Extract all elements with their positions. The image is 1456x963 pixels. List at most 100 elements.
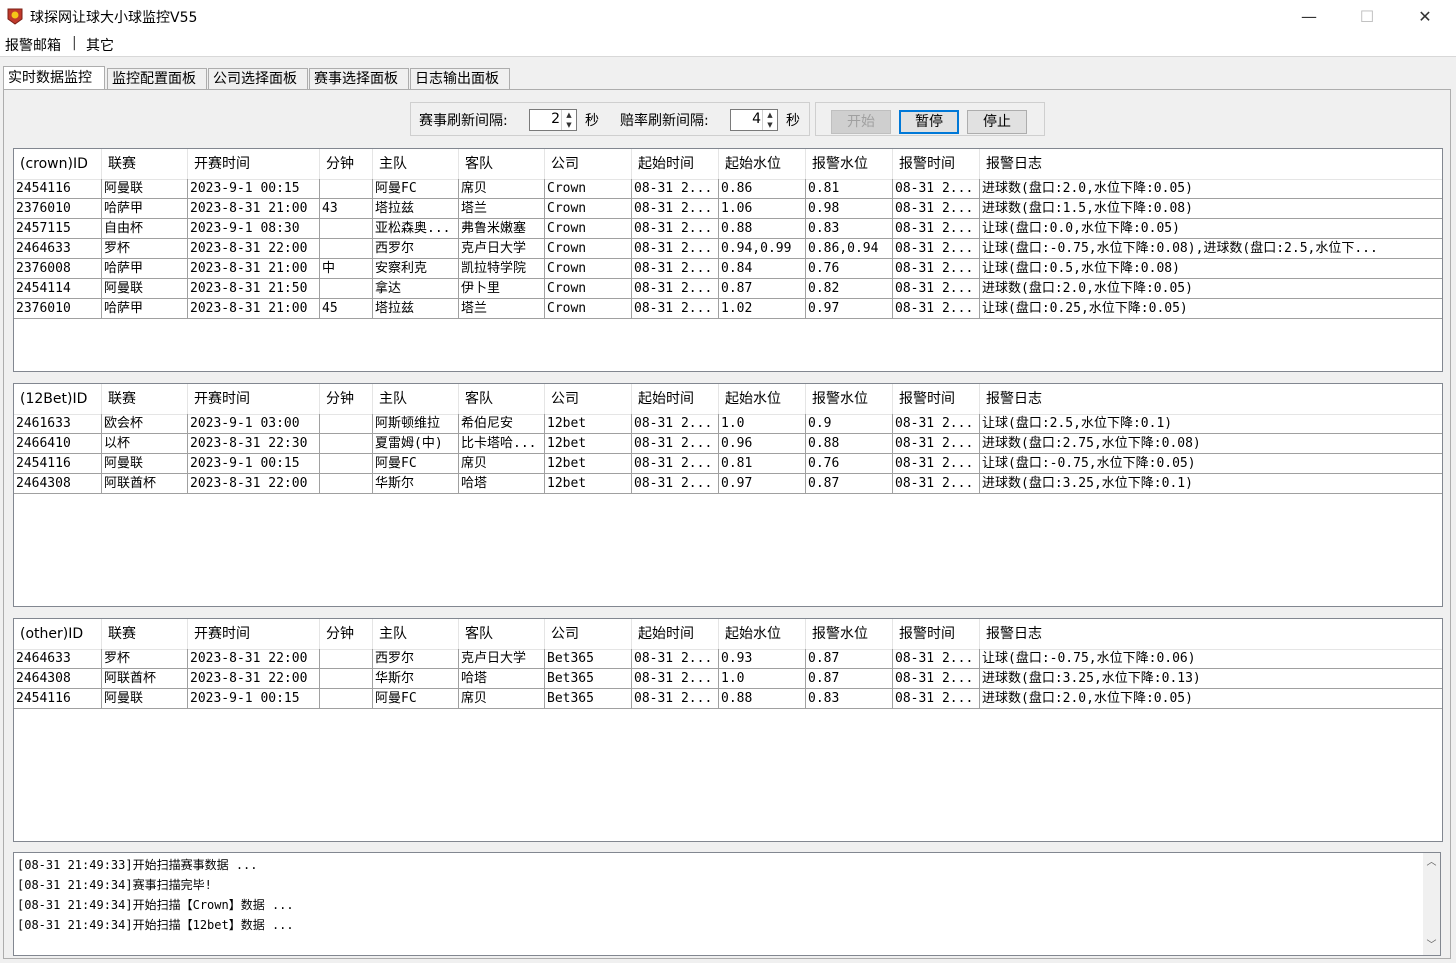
column-header-alarm-log[interactable]: 报警日志 [980, 384, 1442, 414]
cell-id: 2454116 [14, 689, 102, 709]
pause-button[interactable]: 暂停 [899, 110, 959, 134]
cell-start-time: 2023-8-31 22:00 [188, 474, 320, 494]
log-output-box[interactable]: [08-31 21:49:33]开始扫描赛事数据 ... [08-31 21:4… [13, 852, 1441, 956]
table-row[interactable]: 2454116 阿曼联 2023-9-1 00:15 阿曼FC 席贝 12bet 08-31… [14, 454, 1442, 474]
column-header-alarm-odds[interactable]: 报警水位 [806, 149, 893, 179]
spin-down-icon[interactable]: ▼ [762, 120, 777, 130]
column-header-league[interactable]: 联赛 [102, 619, 188, 649]
spin-up-icon[interactable]: ▲ [762, 110, 777, 120]
scroll-up-icon[interactable]: ︿ [1423, 854, 1440, 871]
cell-company: Crown [545, 259, 632, 279]
column-header-begin-time[interactable]: 起始时间 [632, 149, 719, 179]
cell-start-time: 2023-8-31 22:00 [188, 649, 320, 669]
spin-down-icon[interactable]: ▼ [561, 120, 576, 130]
table-row[interactable]: 2454116 阿曼联 2023-9-1 00:15 阿曼FC 席贝 Crown 08-31… [14, 179, 1442, 199]
column-header-away-team[interactable]: 客队 [459, 619, 545, 649]
menu-other[interactable]: 其它 [86, 35, 114, 55]
column-header-league[interactable]: 联赛 [102, 384, 188, 414]
cell-league: 阿曼联 [102, 454, 188, 474]
tab-monitor-config[interactable]: 监控配置面板 [107, 68, 207, 89]
column-header-begin-odds[interactable]: 起始水位 [719, 619, 806, 649]
cell-begin-odds: 1.0 [719, 414, 806, 434]
column-header-start-time[interactable]: 开赛时间 [188, 619, 320, 649]
column-header-start-time[interactable]: 开赛时间 [188, 384, 320, 414]
cell-begin-odds: 0.93 [719, 649, 806, 669]
crown-alarm-table[interactable]: (crown)ID 联赛 开赛时间 分钟 主队 客队 公司 起始时间 起始水位 报警水位 报警时间报… [13, 148, 1443, 372]
column-header-id[interactable]: (other)ID [14, 619, 102, 649]
column-header-league[interactable]: 联赛 [102, 149, 188, 179]
column-header-company[interactable]: 公司 [545, 619, 632, 649]
column-header-alarm-odds[interactable]: 报警水位 [806, 619, 893, 649]
column-header-alarm-time[interactable]: 报警时间 [893, 619, 980, 649]
column-header-alarm-odds[interactable]: 报警水位 [806, 384, 893, 414]
odds-refresh-spinner[interactable]: 4 ▲ ▼ [730, 109, 778, 131]
start-button[interactable]: 开始 [831, 110, 891, 134]
odds-refresh-value: 4 [752, 111, 761, 127]
column-header-begin-odds[interactable]: 起始水位 [719, 384, 806, 414]
column-header-company[interactable]: 公司 [545, 384, 632, 414]
column-header-away-team[interactable]: 客队 [459, 149, 545, 179]
column-header-minute[interactable]: 分钟 [320, 384, 373, 414]
table-row[interactable]: 2454116 阿曼联 2023-9-1 00:15 阿曼FC 席贝 Bet365 08-3… [14, 689, 1442, 709]
column-header-begin-time[interactable]: 起始时间 [632, 384, 719, 414]
table-row[interactable]: 2464308 阿联酋杯 2023-8-31 22:00 华斯尔 哈塔 12bet 08-3… [14, 474, 1442, 494]
column-header-id[interactable]: (12Bet)ID [14, 384, 102, 414]
tab-match-select[interactable]: 赛事选择面板 [309, 68, 409, 89]
table-row[interactable]: 2454114 阿曼联 2023-8-31 21:50 拿达 伊卜里 Crown 08-31… [14, 279, 1442, 299]
spin-up-icon[interactable]: ▲ [561, 110, 576, 120]
column-header-alarm-time[interactable]: 报警时间 [893, 149, 980, 179]
cell-league: 罗杯 [102, 649, 188, 669]
cell-company: Crown [545, 279, 632, 299]
cell-league: 哈萨甲 [102, 299, 188, 319]
cell-alarm-odds: 0.88 [806, 434, 893, 454]
scroll-down-icon[interactable]: ﹀ [1423, 937, 1440, 954]
other-alarm-table[interactable]: (other)ID 联赛 开赛时间 分钟 主队 客队 公司 起始时间 起始水位 报警水位 报警时间报… [13, 618, 1443, 842]
table-row[interactable]: 2457115 自由杯 2023-9-1 08:30 亚松森奥... 弗鲁米嫩塞 Crow… [14, 219, 1442, 239]
cell-start-time: 2023-9-1 08:30 [188, 219, 320, 239]
cell-begin-odds: 0.84 [719, 259, 806, 279]
close-button[interactable]: ✕ [1396, 0, 1454, 32]
column-header-home-team[interactable]: 主队 [373, 149, 459, 179]
column-header-home-team[interactable]: 主队 [373, 619, 459, 649]
cell-begin-time: 08-31 2... [632, 689, 719, 709]
cell-alarm-time: 08-31 2... [893, 239, 980, 259]
cell-minute [320, 649, 373, 669]
column-header-company[interactable]: 公司 [545, 149, 632, 179]
column-header-id[interactable]: (crown)ID [14, 149, 102, 179]
cell-home-team: 拿达 [373, 279, 459, 299]
column-header-alarm-log[interactable]: 报警日志 [980, 619, 1442, 649]
column-header-alarm-log[interactable]: 报警日志 [980, 149, 1442, 179]
menu-alarm-email[interactable]: 报警邮箱 [5, 35, 61, 55]
cell-begin-time: 08-31 2... [632, 649, 719, 669]
log-scrollbar[interactable]: ︿ ﹀ [1423, 853, 1440, 955]
column-header-alarm-time[interactable]: 报警时间 [893, 384, 980, 414]
table-row[interactable]: 2464308 阿联酋杯 2023-8-31 22:00 华斯尔 哈塔 Bet365 08-… [14, 669, 1442, 689]
cell-alarm-log: 进球数(盘口:3.25,水位下降:0.13) [980, 669, 1442, 689]
table-header: (other)ID 联赛 开赛时间 分钟 主队 客队 公司 起始时间 起始水位 报警水位 报警时间报… [14, 619, 1442, 650]
cell-begin-time: 08-31 2... [632, 454, 719, 474]
table-row[interactable]: 2376008 哈萨甲 2023-8-31 21:00 中安察利克 凯拉特学院 Crown… [14, 259, 1442, 279]
cell-home-team: 阿曼FC [373, 454, 459, 474]
cell-start-time: 2023-9-1 00:15 [188, 689, 320, 709]
tab-log-output[interactable]: 日志输出面板 [410, 68, 510, 89]
column-header-begin-time[interactable]: 起始时间 [632, 619, 719, 649]
table-row[interactable]: 2461633 欧会杯 2023-9-1 03:00 阿斯顿维拉 希伯尼安 12bet 08… [14, 414, 1442, 434]
table-row[interactable]: 2376010 哈萨甲 2023-8-31 21:00 43 塔拉兹 塔兰 Crown 08-… [14, 199, 1442, 219]
stop-button[interactable]: 停止 [967, 110, 1027, 134]
table-row[interactable]: 2466410 以杯 2023-8-31 22:30 夏雷姆(中) 比卡塔哈... 12b… [14, 434, 1442, 454]
column-header-home-team[interactable]: 主队 [373, 384, 459, 414]
column-header-start-time[interactable]: 开赛时间 [188, 149, 320, 179]
column-header-minute[interactable]: 分钟 [320, 619, 373, 649]
column-header-minute[interactable]: 分钟 [320, 149, 373, 179]
column-header-begin-odds[interactable]: 起始水位 [719, 149, 806, 179]
12bet-alarm-table[interactable]: (12Bet)ID 联赛 开赛时间 分钟 主队 客队 公司 起始时间 起始水位 报警水位 报警时间报… [13, 383, 1443, 607]
match-refresh-spinner[interactable]: 2 ▲ ▼ [529, 109, 577, 131]
table-row[interactable]: 2464633 罗杯 2023-8-31 22:00 西罗尔 克卢日大学 Crown 08-… [14, 239, 1442, 259]
tab-company-select[interactable]: 公司选择面板 [208, 68, 308, 89]
minimize-button[interactable]: — [1280, 0, 1338, 32]
maximize-button[interactable]: ☐ [1338, 0, 1396, 32]
tab-realtime-monitor[interactable]: 实时数据监控 [3, 66, 105, 90]
column-header-away-team[interactable]: 客队 [459, 384, 545, 414]
table-row[interactable]: 2376010 哈萨甲 2023-8-31 21:00 45 塔拉兹 塔兰 Crown 08-… [14, 299, 1442, 319]
table-row[interactable]: 2464633 罗杯 2023-8-31 22:00 西罗尔 克卢日大学 Bet365 08… [14, 649, 1442, 669]
